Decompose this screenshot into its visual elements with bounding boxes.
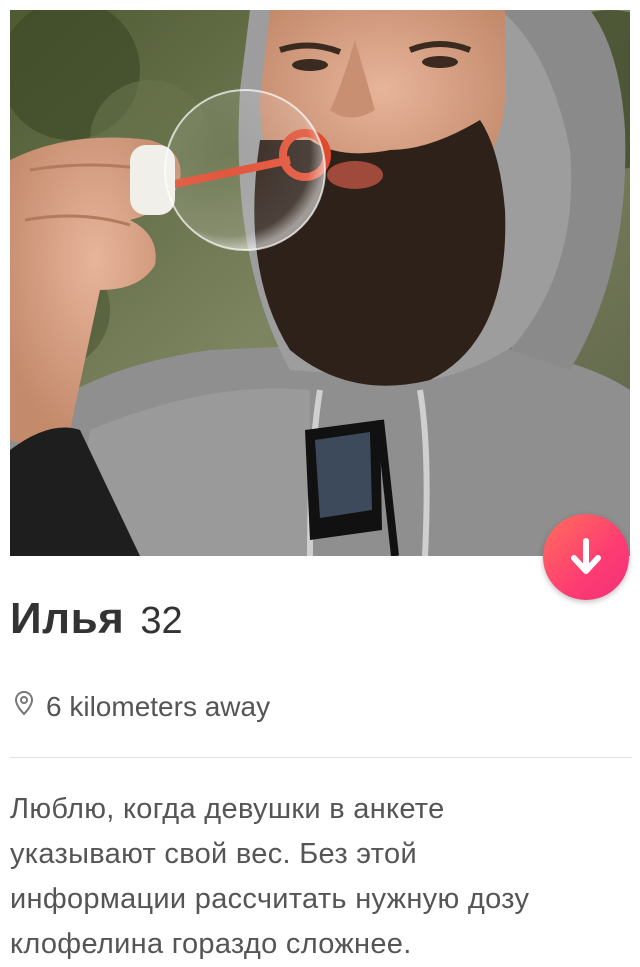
profile-name: Илья: [10, 594, 125, 643]
profile-distance: 6 kilometers away: [14, 690, 270, 723]
profile-age: 32: [140, 600, 183, 642]
profile-photo-image: [10, 10, 630, 556]
location-pin-icon: [14, 690, 34, 723]
bio-line: Люблю, когда девушки в анкете: [10, 793, 445, 825]
collapse-profile-button[interactable]: [543, 514, 629, 600]
bio-line: клофелина гораздо сложнее.: [10, 928, 412, 960]
bio-line: информации рассчитать нужную дозу: [10, 883, 530, 915]
profile-photo[interactable]: [10, 10, 630, 556]
section-divider: [10, 757, 632, 758]
profile-header: Илья 32: [10, 594, 183, 644]
arrow-down-icon: [571, 538, 601, 574]
distance-text: 6 kilometers away: [46, 690, 271, 722]
bio-line: указывают свой вес. Без этой: [10, 838, 417, 870]
profile-bio: Люблю, когда девушки в анкете указывают …: [10, 787, 625, 967]
